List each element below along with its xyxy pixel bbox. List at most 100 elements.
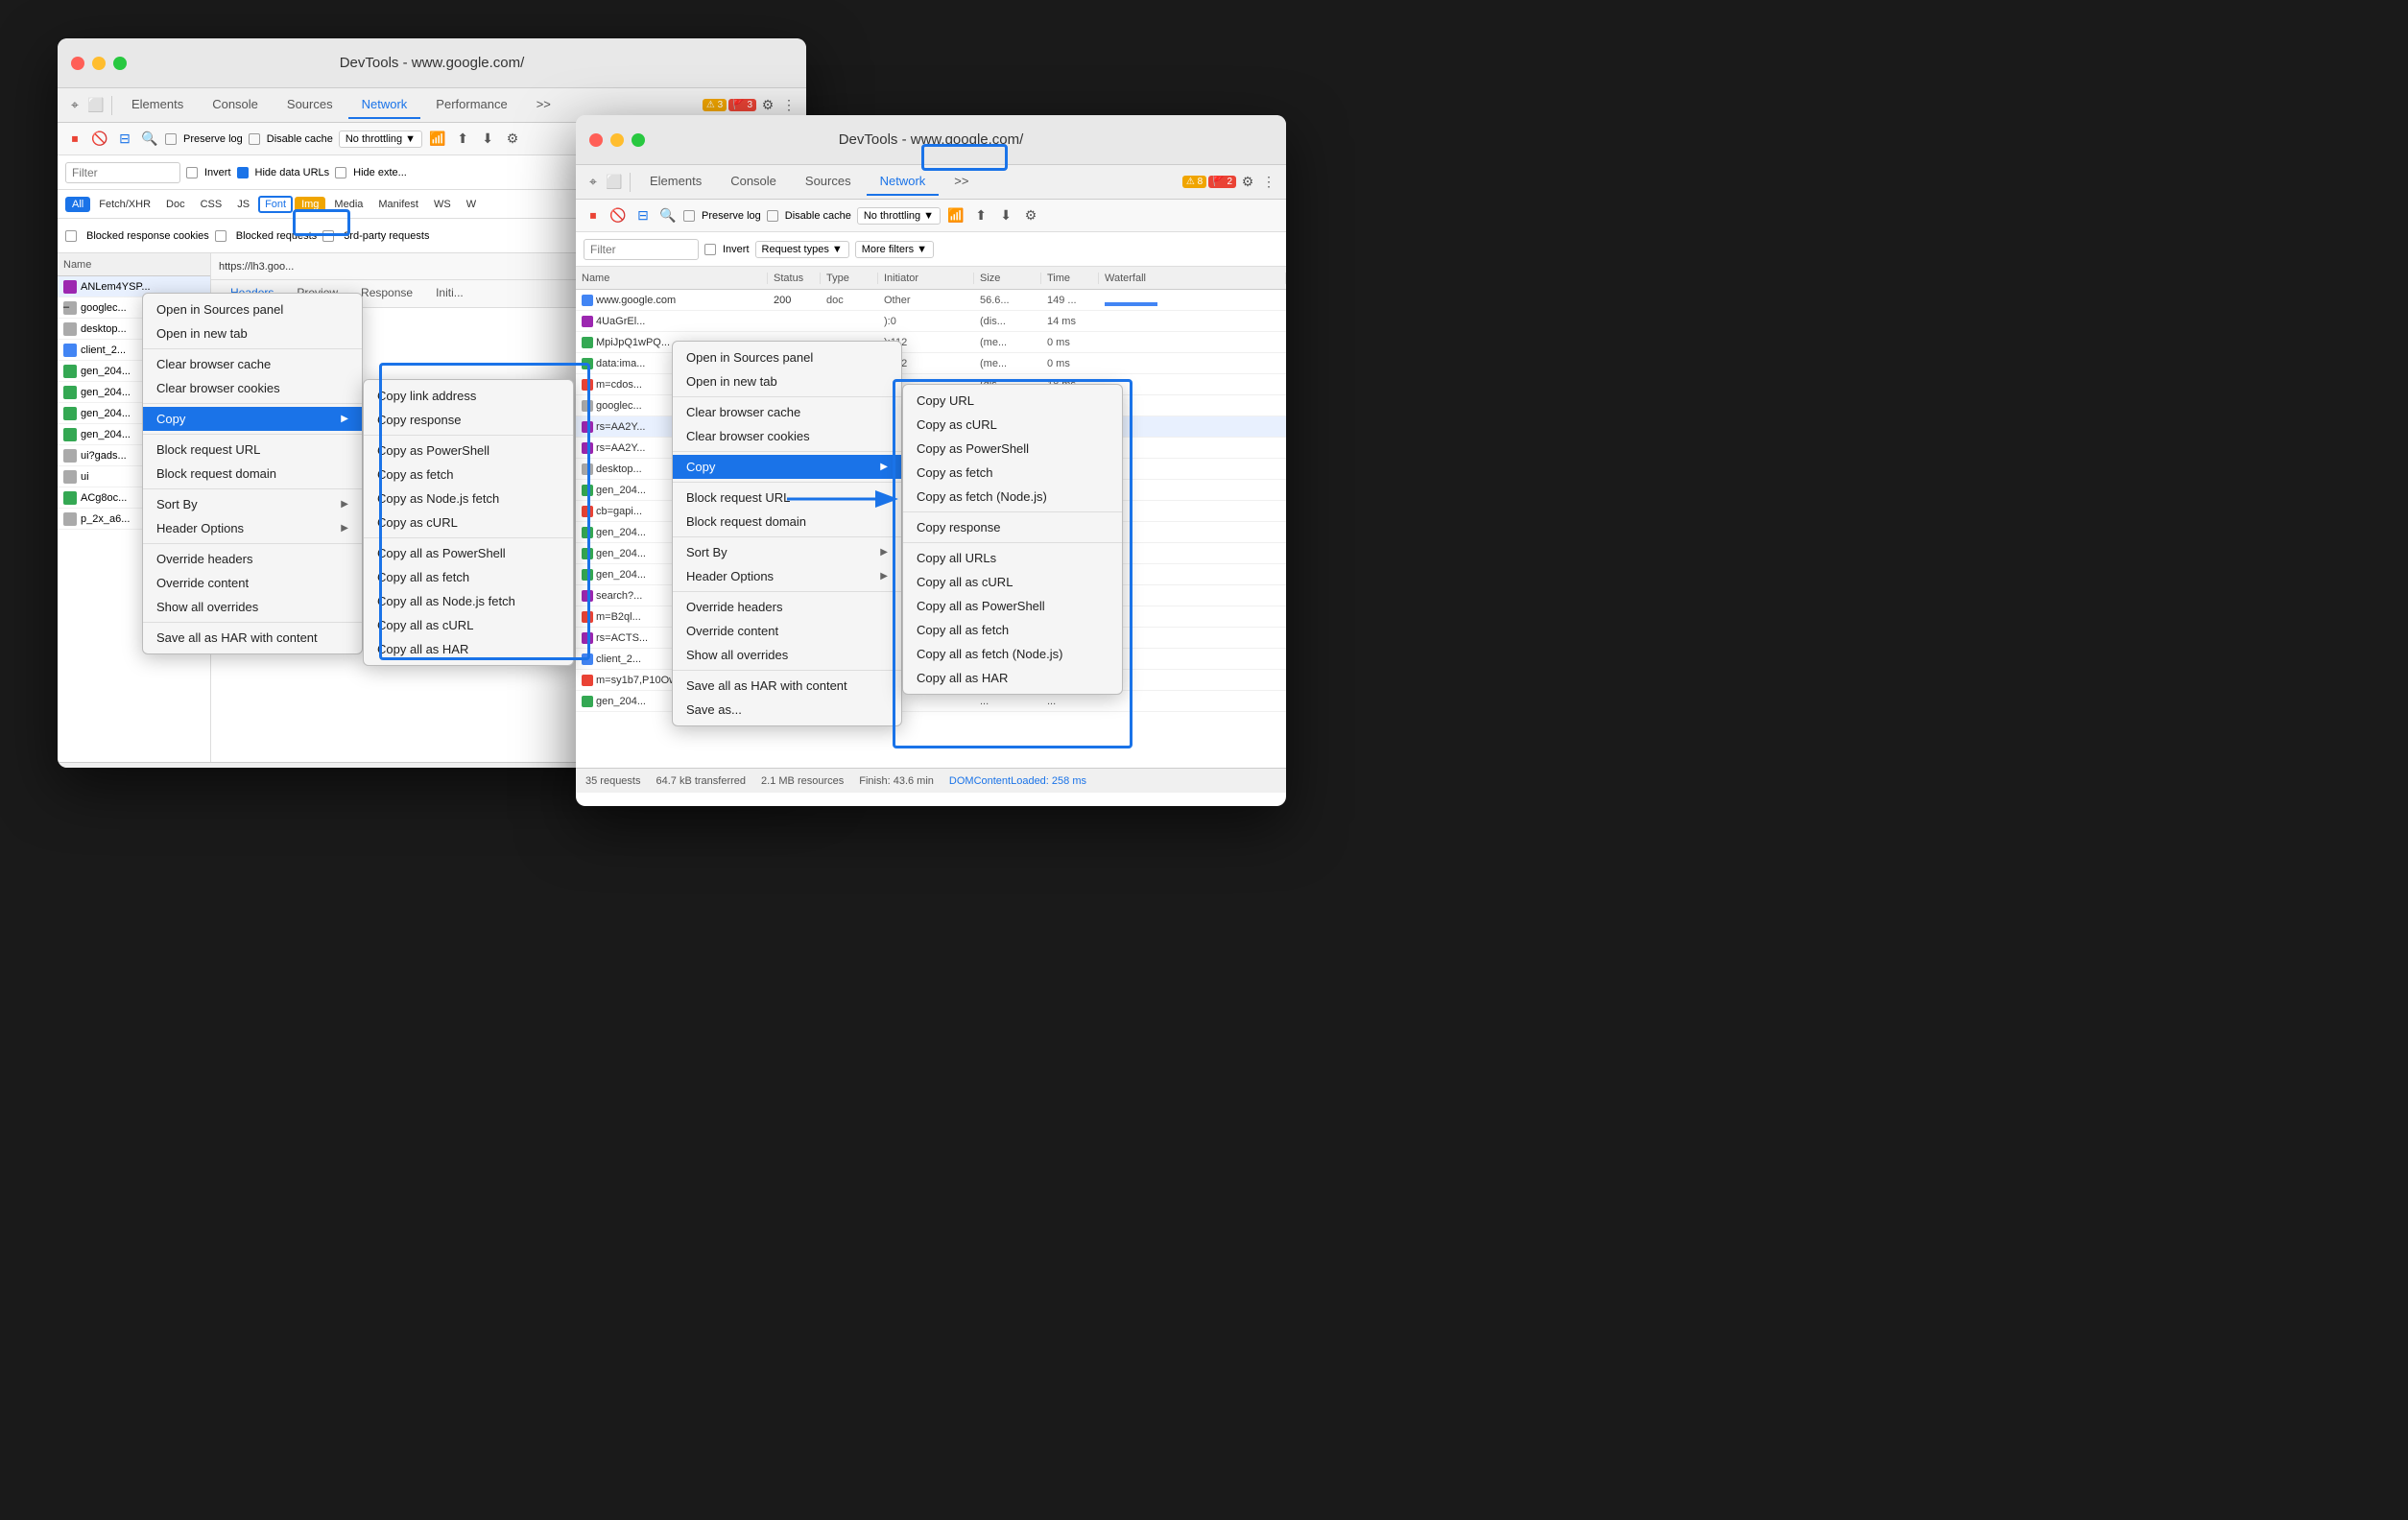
menu2-clear-cache[interactable]: Clear browser cache [673, 400, 901, 424]
menu-item-show-overrides[interactable]: Show all overrides [143, 595, 362, 619]
tab2-more[interactable]: >> [941, 168, 982, 196]
menu-item-sort-by[interactable]: Sort By ▶ [143, 492, 362, 516]
submenu-copy-nodejs[interactable]: Copy as Node.js fetch [364, 487, 573, 511]
menu-item-save-har[interactable]: Save all as HAR with content [143, 626, 362, 650]
search-icon[interactable]: 🔍 [140, 130, 159, 149]
menu2-open-sources[interactable]: Open in Sources panel [673, 345, 901, 369]
cursor-icon[interactable]: ⌖ [65, 96, 84, 115]
th-name[interactable]: Name [576, 273, 768, 284]
type-all[interactable]: All [65, 197, 90, 212]
online-icon[interactable]: 📶 [428, 130, 447, 149]
preserve-log-cb[interactable] [165, 133, 177, 145]
type-font[interactable]: Font [258, 196, 293, 213]
tab2-elements[interactable]: Elements [636, 168, 715, 196]
sub2-copy-fetch[interactable]: Copy as fetch [903, 461, 1122, 485]
cursor-icon-2[interactable]: ⌖ [584, 173, 603, 192]
more-icon-2[interactable]: ⋮ [1259, 173, 1278, 192]
upload-icon-2[interactable]: ⬆ [971, 206, 990, 226]
minimize-button-2[interactable] [610, 133, 624, 147]
tab-console[interactable]: Console [199, 91, 272, 119]
disable-cache-cb-2[interactable] [767, 210, 778, 222]
request-types-dropdown[interactable]: Request types ▼ [755, 241, 849, 258]
maximize-button-2[interactable] [632, 133, 645, 147]
sub2-copy-curl[interactable]: Copy as cURL [903, 413, 1122, 437]
submenu-copy-all-har[interactable]: Copy all as HAR [364, 637, 573, 661]
table-row[interactable]: 4UaGrEl... ):0 (dis... 14 ms [576, 311, 1286, 332]
submenu-copy-all-curl[interactable]: Copy all as cURL [364, 613, 573, 637]
menu2-header-options[interactable]: Header Options ▶ [673, 564, 901, 588]
type-media[interactable]: Media [327, 197, 370, 212]
menu-item-copy[interactable]: Copy ▶ [143, 407, 362, 431]
device-icon-2[interactable]: ⬜ [605, 173, 624, 192]
filter-input-2[interactable] [584, 239, 699, 260]
close-button[interactable] [71, 57, 84, 70]
menu-item-block-domain[interactable]: Block request domain [143, 462, 362, 486]
type-ws[interactable]: WS [427, 197, 458, 212]
tab2-network[interactable]: Network [867, 168, 940, 196]
menu-item-clear-cookies[interactable]: Clear browser cookies [143, 376, 362, 400]
download-icon-2[interactable]: ⬇ [996, 206, 1015, 226]
stop-icon[interactable]: ⏹ [65, 130, 84, 149]
type-w[interactable]: W [460, 197, 483, 212]
sub2-copy-url[interactable]: Copy URL [903, 389, 1122, 413]
table-row[interactable]: www.google.com 200 doc Other 56.6... 149… [576, 290, 1286, 311]
menu2-override-content[interactable]: Override content [673, 619, 901, 643]
search-icon-2[interactable]: 🔍 [658, 206, 678, 226]
menu-item-open-tab[interactable]: Open in new tab [143, 321, 362, 345]
type-doc[interactable]: Doc [159, 197, 192, 212]
submenu-copy-response[interactable]: Copy response [364, 408, 573, 432]
blocked-req-cb[interactable] [215, 230, 226, 242]
menu2-open-tab[interactable]: Open in new tab [673, 369, 901, 393]
invert-cb-2[interactable] [704, 244, 716, 255]
settings3-icon[interactable]: ⚙ [1021, 206, 1040, 226]
th-status[interactable]: Status [768, 273, 821, 284]
online-icon-2[interactable]: 📶 [946, 206, 966, 226]
type-css[interactable]: CSS [194, 197, 229, 212]
settings-icon-1[interactable]: ⚙ [758, 96, 777, 115]
th-type[interactable]: Type [821, 273, 878, 284]
maximize-button[interactable] [113, 57, 127, 70]
third-party-cb[interactable] [322, 230, 334, 242]
menu-item-header-options[interactable]: Header Options ▶ [143, 516, 362, 540]
sub2-copy-all-fetch-node[interactable]: Copy all as fetch (Node.js) [903, 642, 1122, 666]
device-icon[interactable]: ⬜ [86, 96, 106, 115]
more-filters-dropdown[interactable]: More filters ▼ [855, 241, 934, 258]
menu-item-override-content[interactable]: Override content [143, 571, 362, 595]
stop-icon-2[interactable]: ⏹ [584, 206, 603, 226]
sub2-copy-all-powershell[interactable]: Copy all as PowerShell [903, 594, 1122, 618]
throttle-dropdown-2[interactable]: No throttling ▼ [857, 207, 941, 225]
sub2-copy-powershell[interactable]: Copy as PowerShell [903, 437, 1122, 461]
sub2-copy-all-fetch[interactable]: Copy all as fetch [903, 618, 1122, 642]
clear-icon[interactable]: 🚫 [90, 130, 109, 149]
menu-item-override-headers[interactable]: Override headers [143, 547, 362, 571]
blocked-resp-cb[interactable] [65, 230, 77, 242]
type-img[interactable]: Img [295, 197, 325, 212]
hide-data-cb[interactable] [237, 167, 249, 178]
menu2-save-har[interactable]: Save all as HAR with content [673, 674, 901, 698]
type-js[interactable]: JS [230, 197, 256, 212]
type-manifest[interactable]: Manifest [371, 197, 425, 212]
menu-item-open-sources[interactable]: Open in Sources panel [143, 297, 362, 321]
type-fetch[interactable]: Fetch/XHR [92, 197, 157, 212]
submenu-copy-all-ps[interactable]: Copy all as PowerShell [364, 541, 573, 565]
sub2-copy-all-har[interactable]: Copy all as HAR [903, 666, 1122, 690]
submenu-copy-fetch[interactable]: Copy as fetch [364, 463, 573, 487]
submenu-copy-curl[interactable]: Copy as cURL [364, 511, 573, 534]
tab-sources[interactable]: Sources [274, 91, 346, 119]
upload-icon[interactable]: ⬆ [453, 130, 472, 149]
tab-network[interactable]: Network [348, 91, 421, 119]
menu2-save-as[interactable]: Save as... [673, 698, 901, 722]
sub2-copy-fetch-node[interactable]: Copy as fetch (Node.js) [903, 485, 1122, 509]
hide-ext-cb[interactable] [335, 167, 346, 178]
clear-icon-2[interactable]: 🚫 [608, 206, 628, 226]
submenu-copy-all-fetch[interactable]: Copy all as fetch [364, 565, 573, 589]
filter-icon[interactable]: ⊟ [115, 130, 134, 149]
th-time[interactable]: Time [1041, 273, 1099, 284]
filter-icon-2[interactable]: ⊟ [633, 206, 653, 226]
download-icon[interactable]: ⬇ [478, 130, 497, 149]
minimize-button[interactable] [92, 57, 106, 70]
tab-performance[interactable]: Performance [422, 91, 520, 119]
menu2-sort-by[interactable]: Sort By ▶ [673, 540, 901, 564]
th-waterfall[interactable]: Waterfall [1099, 273, 1286, 284]
sub2-copy-all-curl[interactable]: Copy all as cURL [903, 570, 1122, 594]
